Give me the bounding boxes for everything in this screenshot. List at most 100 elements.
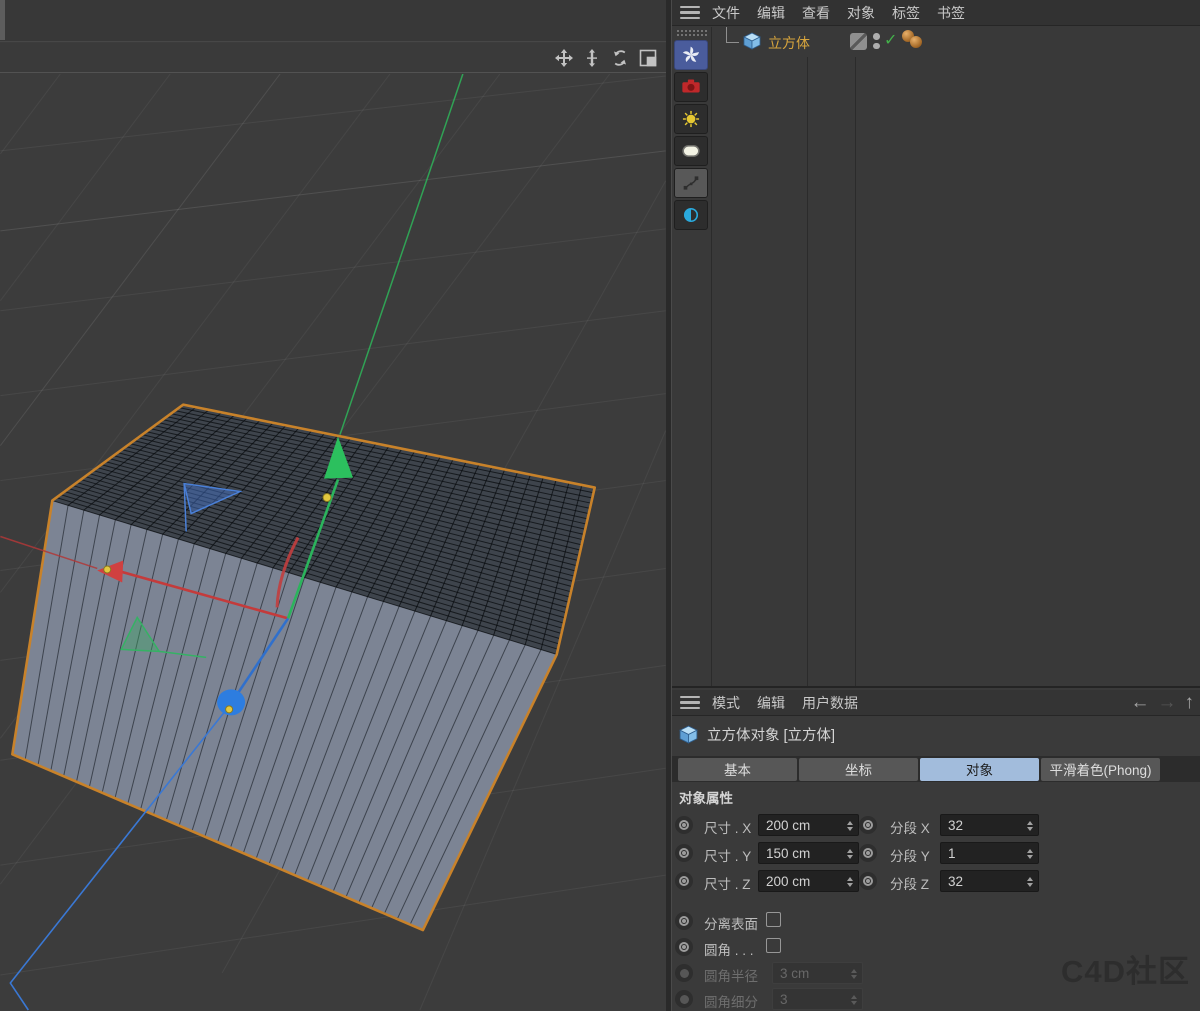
- property-label: 圆角 . . .: [704, 939, 754, 959]
- menu-tags[interactable]: 标签: [892, 3, 920, 23]
- stepper[interactable]: [843, 843, 856, 865]
- glow-tube-icon[interactable]: [674, 136, 708, 166]
- back-arrow-icon[interactable]: ←: [1131, 693, 1150, 712]
- property-row-size-y: 尺寸 . Y 150 cm 分段 Y 1: [672, 842, 1200, 864]
- menu-bookmarks[interactable]: 书签: [937, 3, 965, 23]
- keyframe-dot[interactable]: [859, 872, 877, 890]
- tab-object[interactable]: 对象: [920, 758, 1039, 781]
- history-nav: ← → ↑: [1131, 693, 1195, 712]
- keyframe-dot[interactable]: [675, 844, 693, 862]
- fillet-checkbox[interactable]: [766, 938, 781, 953]
- keyframe-dot[interactable]: [675, 912, 693, 930]
- drag-grip[interactable]: [676, 29, 708, 38]
- property-label: 尺寸 . X: [704, 817, 751, 837]
- forward-arrow-icon[interactable]: →: [1158, 693, 1177, 712]
- segments-x-input[interactable]: 32: [940, 814, 1039, 836]
- pan-view-icon[interactable]: [553, 47, 574, 68]
- viewport-panel: [0, 0, 666, 1011]
- menu-view[interactable]: 查看: [802, 3, 830, 23]
- stepper[interactable]: [1023, 843, 1036, 865]
- cinema4d-window: 文件 编辑 查看 对象 标签 书签: [0, 0, 1200, 1011]
- stepper[interactable]: [1023, 871, 1036, 893]
- object-title: 立方体对象 [立方体]: [707, 724, 835, 745]
- menu-mode[interactable]: 模式: [712, 693, 740, 713]
- object-manager-toolstrip: [674, 27, 710, 232]
- watermark: C4D社区: [1061, 946, 1190, 991]
- object-row-cube[interactable]: 立方体 ✓: [712, 29, 1200, 55]
- property-label: 分段 Y: [890, 845, 930, 865]
- section-heading: 对象属性: [679, 787, 733, 807]
- property-label: 尺寸 . Z: [704, 873, 751, 893]
- keyframe-dot[interactable]: [859, 816, 877, 834]
- om-strip-divider: [711, 27, 712, 686]
- menu-icon[interactable]: [680, 696, 700, 709]
- y-handle-dot[interactable]: [323, 494, 331, 502]
- menu-userdata[interactable]: 用户数据: [802, 693, 858, 713]
- keyframe-dot[interactable]: [859, 844, 877, 862]
- palette-edge: [0, 0, 5, 40]
- x-handle-dot[interactable]: [104, 566, 111, 573]
- size-y-input[interactable]: 150 cm: [758, 842, 859, 864]
- fillet-radius-input: 3 cm: [772, 962, 863, 984]
- property-label: 分离表面: [704, 913, 758, 933]
- menu-file[interactable]: 文件: [712, 3, 740, 23]
- attribute-tabs: 基本 坐标 对象 平滑着色(Phong): [672, 756, 1200, 782]
- tab-basic[interactable]: 基本: [678, 758, 797, 781]
- menu-icon[interactable]: [680, 6, 700, 19]
- stepper: [847, 963, 860, 985]
- contrast-icon[interactable]: [674, 200, 708, 230]
- spinner-tool-icon[interactable]: [674, 40, 708, 70]
- property-label: 分段 X: [890, 817, 930, 837]
- object-manager: 文件 编辑 查看 对象 标签 书签: [672, 0, 1200, 686]
- tab-coordinates[interactable]: 坐标: [799, 758, 918, 781]
- size-z-input[interactable]: 200 cm: [758, 870, 859, 892]
- y-axis-line: [340, 74, 463, 435]
- menu-objects[interactable]: 对象: [847, 3, 875, 23]
- spline-node-icon[interactable]: [674, 168, 708, 198]
- stepper: [847, 989, 860, 1011]
- layer-tag-icon[interactable]: [850, 33, 867, 50]
- tab-phong[interactable]: 平滑着色(Phong): [1041, 758, 1160, 781]
- viewport-nav-controls: [553, 47, 658, 68]
- keyframe-dot-disabled: [675, 964, 693, 982]
- object-name-label[interactable]: 立方体: [768, 33, 810, 53]
- visibility-dots-icon[interactable]: [873, 33, 880, 49]
- sun-light-icon[interactable]: [674, 104, 708, 134]
- property-label: 分段 Z: [890, 873, 929, 893]
- keyframe-dot[interactable]: [675, 872, 693, 890]
- phong-tag-icon[interactable]: [902, 29, 926, 51]
- z-handle-dot[interactable]: [226, 706, 233, 713]
- attribute-title-row: 立方体对象 [立方体]: [678, 724, 835, 745]
- rotate-view-icon[interactable]: [609, 47, 630, 68]
- toggle-view-icon[interactable]: [637, 47, 658, 68]
- segments-z-input[interactable]: 32: [940, 870, 1039, 892]
- property-label: 圆角半径: [704, 965, 758, 985]
- separate-surfaces-checkbox[interactable]: [766, 912, 781, 927]
- tree-connector: [726, 27, 739, 43]
- cube-object-icon[interactable]: [742, 31, 762, 56]
- menu-edit[interactable]: 编辑: [757, 693, 785, 713]
- cube-object[interactable]: [12, 405, 594, 930]
- enabled-check-icon[interactable]: ✓: [884, 30, 897, 50]
- property-row-fillet-subdivision: 圆角细分 3: [672, 988, 1200, 1010]
- stepper[interactable]: [843, 871, 856, 893]
- keyframe-dot[interactable]: [675, 816, 693, 834]
- stepper[interactable]: [843, 815, 856, 837]
- size-x-input[interactable]: 200 cm: [758, 814, 859, 836]
- keyframe-dot[interactable]: [675, 938, 693, 956]
- viewport-titlebar: [0, 43, 666, 73]
- menu-edit[interactable]: 编辑: [757, 3, 785, 23]
- zoom-view-icon[interactable]: [581, 47, 602, 68]
- segments-y-input[interactable]: 1: [940, 842, 1039, 864]
- property-row-size-x: 尺寸 . X 200 cm 分段 X 32: [672, 814, 1200, 836]
- om-column-divider: [855, 57, 856, 686]
- camera-icon[interactable]: [674, 72, 708, 102]
- cube-object-icon: [678, 724, 699, 745]
- keyframe-dot-disabled: [675, 990, 693, 1008]
- up-arrow-icon[interactable]: ↑: [1185, 693, 1195, 712]
- stepper[interactable]: [1023, 815, 1036, 837]
- property-label: 圆角细分: [704, 991, 758, 1011]
- om-column-divider: [807, 57, 808, 686]
- right-panel: 文件 编辑 查看 对象 标签 书签: [672, 0, 1200, 1011]
- viewport-canvas[interactable]: [0, 74, 666, 1011]
